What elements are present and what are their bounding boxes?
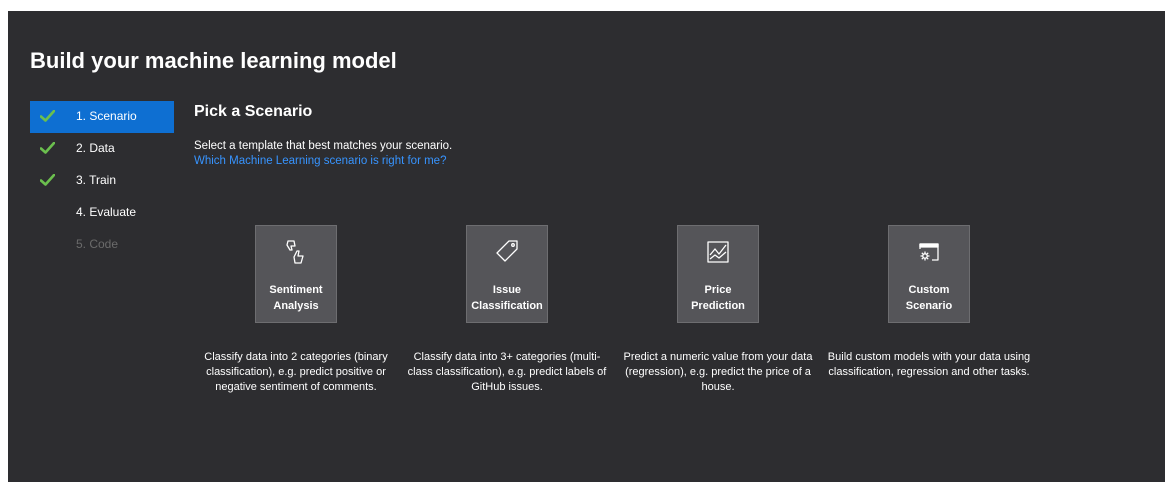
card-label: Price Prediction <box>691 284 745 312</box>
tag-icon <box>467 238 547 266</box>
card-custom-scenario[interactable]: Custom Scenario <box>888 225 970 323</box>
card-sentiment-analysis[interactable]: Sentiment Analysis <box>255 225 337 323</box>
scenario-description: Select a template that best matches your… <box>194 140 453 152</box>
thumbs-feedback-icon <box>256 238 336 266</box>
check-icon <box>40 133 56 163</box>
step-label: 4. Evaluate <box>76 205 137 219</box>
step-code: 5. Code <box>30 229 174 261</box>
step-data[interactable]: 2. Data <box>30 133 174 165</box>
step-label: 1. Scenario <box>76 109 137 123</box>
step-navigation: 1. Scenario 2. Data 3. Train 4. Evaluate… <box>30 101 174 261</box>
card-issue-classification[interactable]: Issue Classification <box>466 225 548 323</box>
check-icon <box>40 101 56 131</box>
card-description: Classify data into 3+ categories (multi-… <box>407 351 607 393</box>
page-title: Build your machine learning model <box>30 48 397 73</box>
card-description: Build custom models with your data using… <box>827 351 1031 378</box>
card-description: Classify data into 2 categories (binary … <box>204 351 388 393</box>
line-chart-icon <box>678 238 758 266</box>
help-link[interactable]: Which Machine Learning scenario is right… <box>194 155 446 167</box>
step-label: 5. Code <box>76 237 119 251</box>
custom-window-gear-icon <box>889 238 969 266</box>
step-label: 3. Train <box>76 173 117 187</box>
step-evaluate[interactable]: 4. Evaluate <box>30 197 174 229</box>
step-scenario[interactable]: 1. Scenario <box>30 101 174 133</box>
card-label: Custom Scenario <box>905 284 953 312</box>
app-window: Build your machine learning model 1. Sce… <box>8 11 1165 482</box>
step-label: 2. Data <box>76 141 115 155</box>
card-price-prediction[interactable]: Price Prediction <box>677 225 759 323</box>
card-label: Issue Classification <box>471 284 543 312</box>
section-title: Pick a Scenario <box>194 103 313 120</box>
card-label: Sentiment Analysis <box>269 284 323 312</box>
card-description: Predict a numeric value from your data (… <box>623 351 813 393</box>
check-icon <box>40 165 56 195</box>
step-train[interactable]: 3. Train <box>30 165 174 197</box>
